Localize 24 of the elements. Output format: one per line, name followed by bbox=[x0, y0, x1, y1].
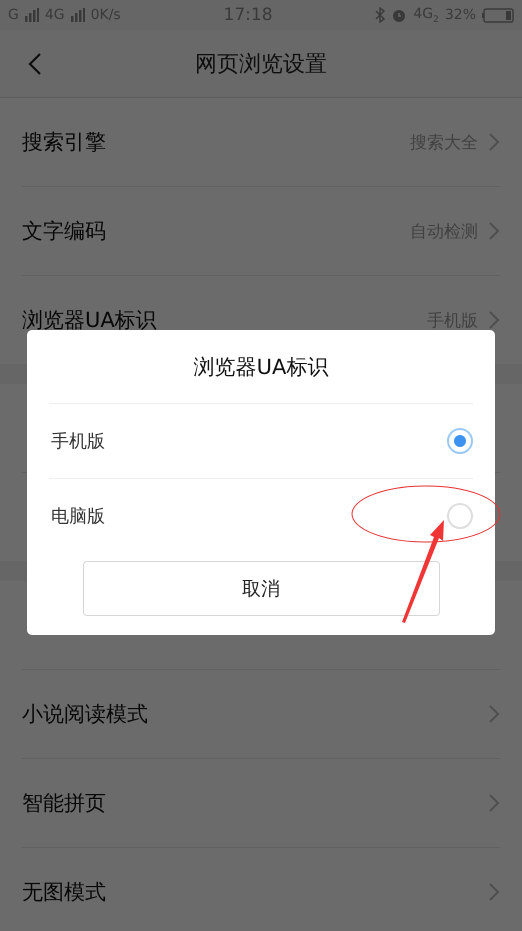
chevron-icon bbox=[488, 221, 500, 241]
setting-label[interactable]: 文字编码 bbox=[22, 217, 410, 245]
chevron-icon bbox=[488, 132, 500, 152]
signal-icon bbox=[24, 8, 39, 22]
option-label[interactable]: 电脑版 bbox=[49, 504, 447, 528]
radio-button[interactable] bbox=[447, 428, 473, 454]
chevron-icon bbox=[488, 704, 500, 724]
dialog-title: 浏览器UA标识 bbox=[49, 330, 473, 404]
setting-label[interactable]: 智能拼页 bbox=[22, 789, 488, 817]
setting-label[interactable]: 小说阅读模式 bbox=[22, 700, 488, 728]
chevron-icon bbox=[488, 793, 500, 813]
radio-button[interactable] bbox=[447, 503, 473, 529]
signal-icon bbox=[70, 8, 85, 22]
setting-label[interactable]: 无图模式 bbox=[22, 878, 488, 906]
alarm-icon bbox=[391, 7, 408, 23]
back-icon bbox=[28, 52, 42, 76]
bluetooth-icon bbox=[375, 7, 386, 23]
chevron-icon bbox=[488, 882, 500, 902]
battery-icon bbox=[482, 8, 514, 22]
setting-label[interactable]: 搜索引擎 bbox=[22, 128, 410, 156]
page-title: 网页浏览设置 bbox=[194, 50, 328, 78]
option-label[interactable]: 手机版 bbox=[49, 429, 447, 453]
chevron-icon bbox=[488, 310, 500, 330]
cancel-button[interactable]: 取消 bbox=[82, 561, 440, 616]
